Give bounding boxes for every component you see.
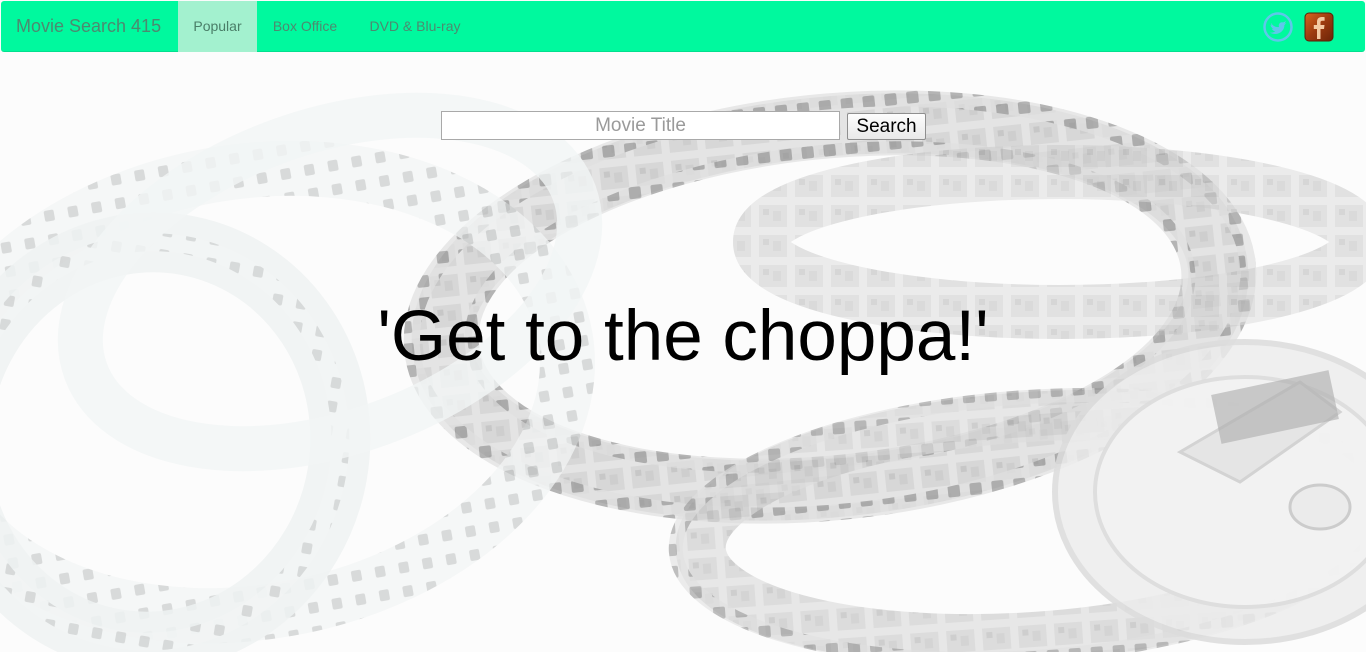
- search-button[interactable]: Search: [847, 113, 926, 140]
- brand-link[interactable]: Movie Search 415: [16, 1, 161, 52]
- hero-quote: 'Get to the choppa!': [377, 297, 989, 376]
- nav-item-dvd-bluray[interactable]: DVD & Blu-ray: [353, 1, 477, 52]
- nav-item-label: DVD & Blu-ray: [369, 18, 461, 34]
- nav-item-box-office[interactable]: Box Office: [257, 1, 353, 52]
- facebook-icon[interactable]: [1304, 12, 1334, 42]
- top-navbar: Movie Search 415 Popular Box Office DVD …: [1, 1, 1365, 52]
- nav-item-label: Box Office: [272, 18, 338, 34]
- nav-item-popular[interactable]: Popular: [178, 1, 257, 52]
- twitter-icon[interactable]: [1263, 12, 1293, 42]
- search-input[interactable]: [441, 111, 840, 140]
- nav-item-label: Popular: [193, 18, 242, 34]
